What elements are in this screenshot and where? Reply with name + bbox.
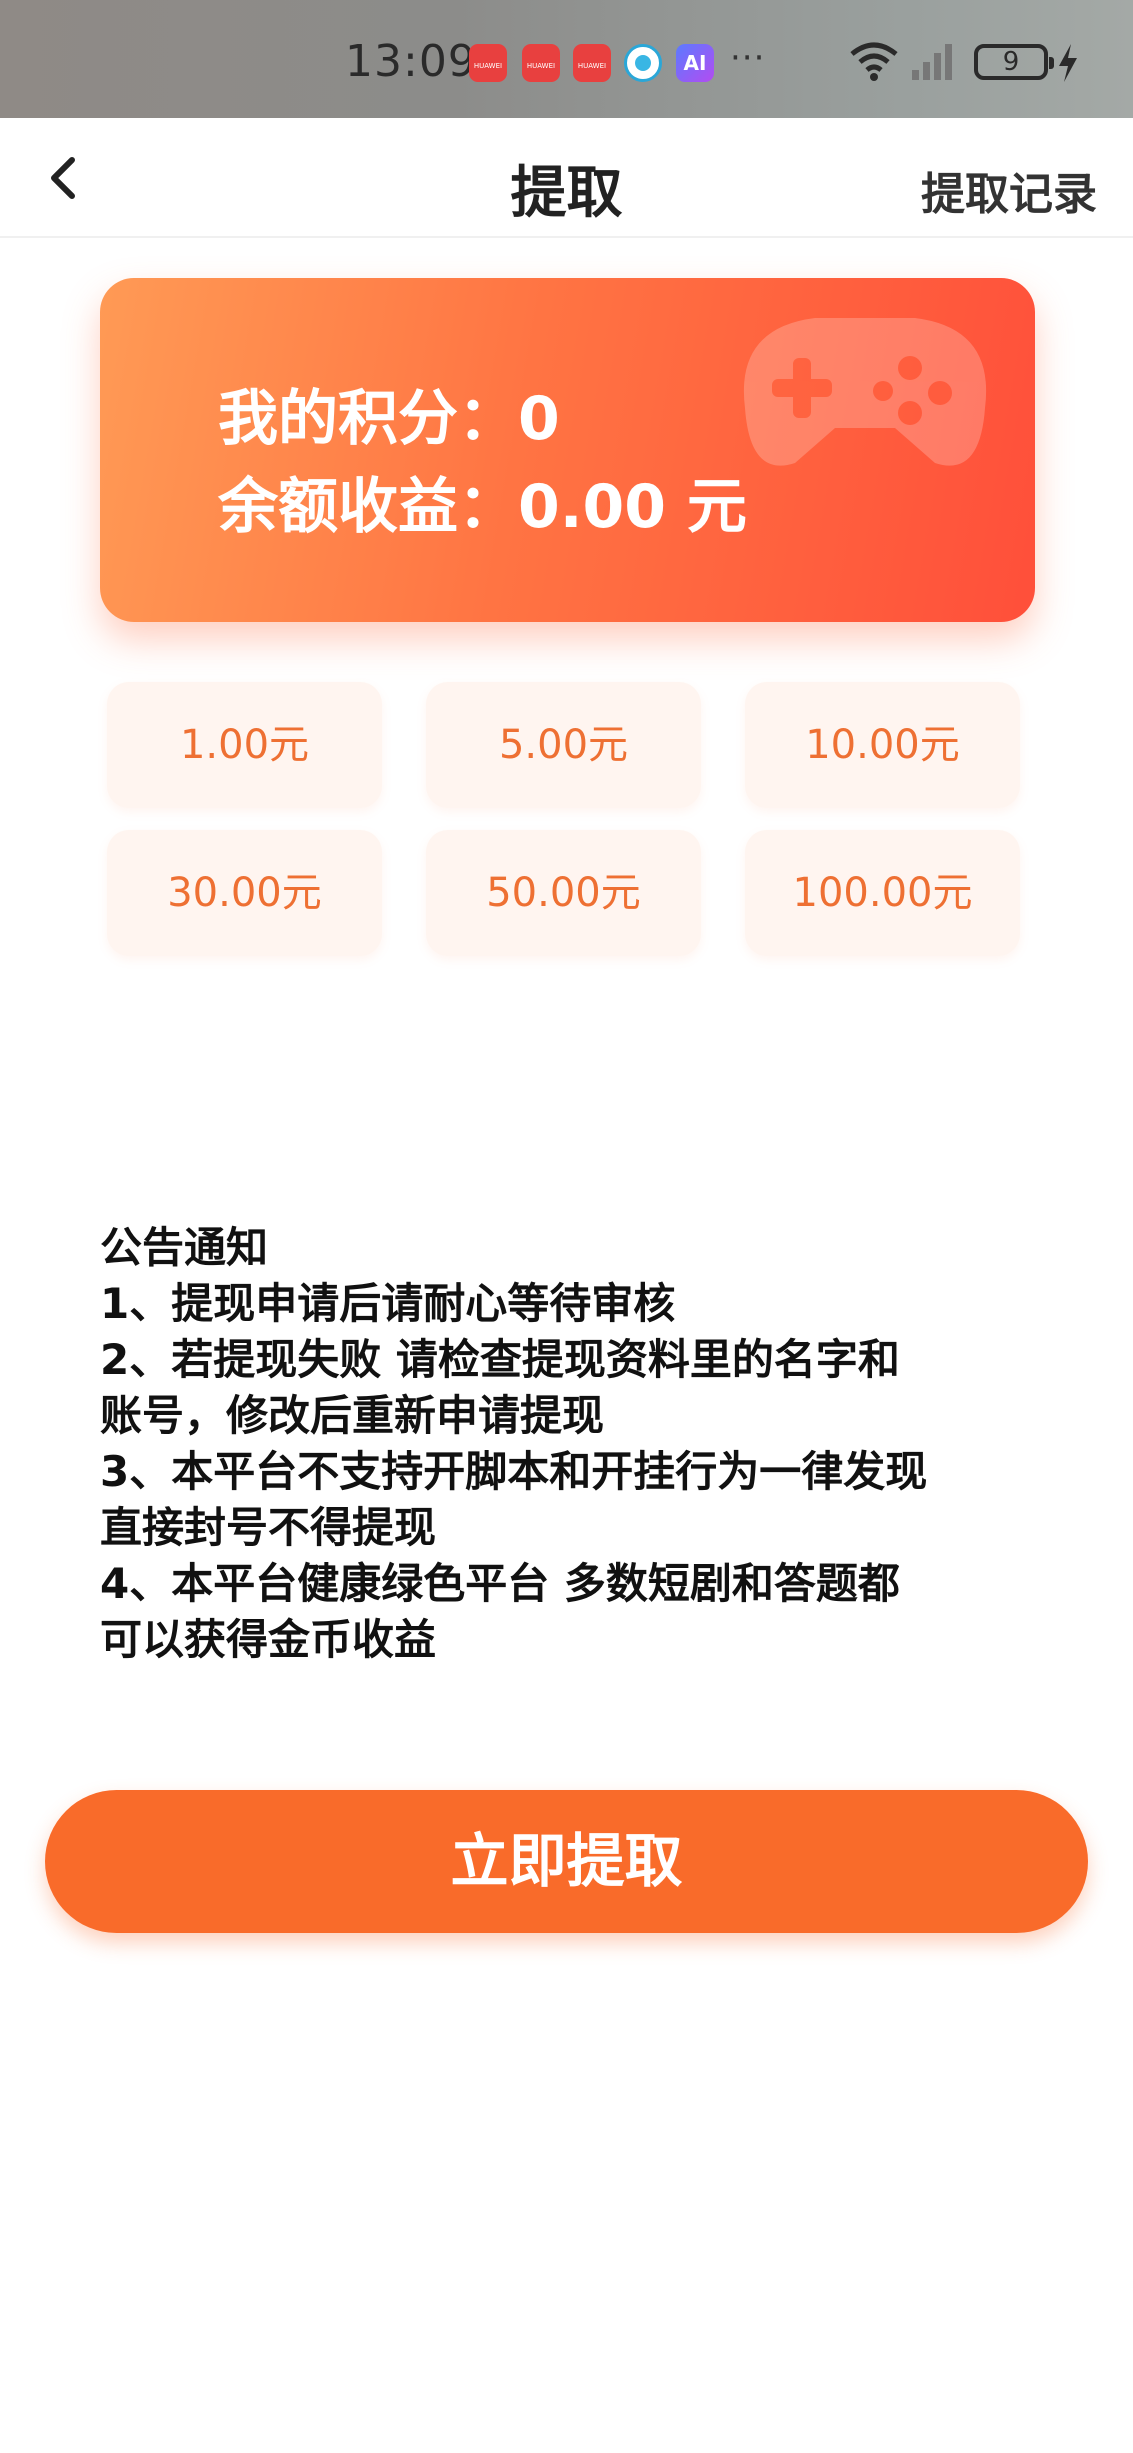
huawei-app-icon: HUAWEI bbox=[573, 44, 611, 82]
notice-line: 可以获得金币收益 bbox=[100, 1615, 437, 1664]
notice-line: 2、若提现失败 请检查提现资料里的名字和 bbox=[100, 1335, 900, 1384]
points-label: 我的积分：0 bbox=[218, 384, 560, 454]
wifi-icon bbox=[850, 42, 898, 81]
balance-card: 我的积分：0 余额收益：0.00 元 bbox=[100, 278, 1035, 622]
battery-icon: 9 bbox=[974, 44, 1054, 80]
gamepad-icon bbox=[743, 318, 987, 466]
balance-label: 余额收益：0.00 元 bbox=[218, 472, 747, 542]
ai-assistant-icon: AI bbox=[676, 44, 714, 82]
amount-option[interactable]: 30.00元 bbox=[107, 830, 382, 956]
amount-option[interactable]: 50.00元 bbox=[426, 830, 701, 956]
status-time: 13:09 bbox=[345, 36, 477, 87]
notice-line: 4、本平台健康绿色平台 多数短剧和答题都 bbox=[100, 1559, 900, 1608]
huawei-app-icon: HUAWEI bbox=[522, 44, 560, 82]
browser-icon bbox=[624, 44, 662, 82]
huawei-app-icon: HUAWEI bbox=[469, 44, 507, 82]
notice-line: 直接封号不得提现 bbox=[100, 1503, 437, 1552]
withdraw-now-button[interactable]: 立即提取 bbox=[45, 1790, 1088, 1933]
notice-line: 3、本平台不支持开脚本和开挂行为一律发现 bbox=[100, 1447, 928, 1496]
amount-option[interactable]: 10.00元 bbox=[745, 682, 1020, 808]
amount-option[interactable]: 1.00元 bbox=[107, 682, 382, 808]
amount-option[interactable]: 5.00元 bbox=[426, 682, 701, 808]
notice-line: 账号，修改后重新申请提现 bbox=[100, 1391, 605, 1440]
page-header: 提取 提取记录 bbox=[0, 118, 1133, 238]
notice-block: 公告通知 1、提现申请后请耐心等待审核 2、若提现失败 请检查提现资料里的名字和… bbox=[100, 1220, 1060, 1668]
cellular-signal-icon bbox=[912, 44, 952, 80]
amount-option[interactable]: 100.00元 bbox=[745, 830, 1020, 956]
more-notifications-icon: ··· bbox=[730, 38, 766, 78]
status-bar: 13:09 HUAWEI HUAWEI HUAWEI AI ··· 9 bbox=[0, 0, 1133, 118]
notice-line: 1、提现申请后请耐心等待审核 bbox=[100, 1279, 676, 1328]
withdraw-records-link[interactable]: 提取记录 bbox=[921, 158, 1097, 222]
charging-bolt-icon bbox=[1059, 44, 1077, 82]
notice-title: 公告通知 bbox=[100, 1223, 269, 1272]
